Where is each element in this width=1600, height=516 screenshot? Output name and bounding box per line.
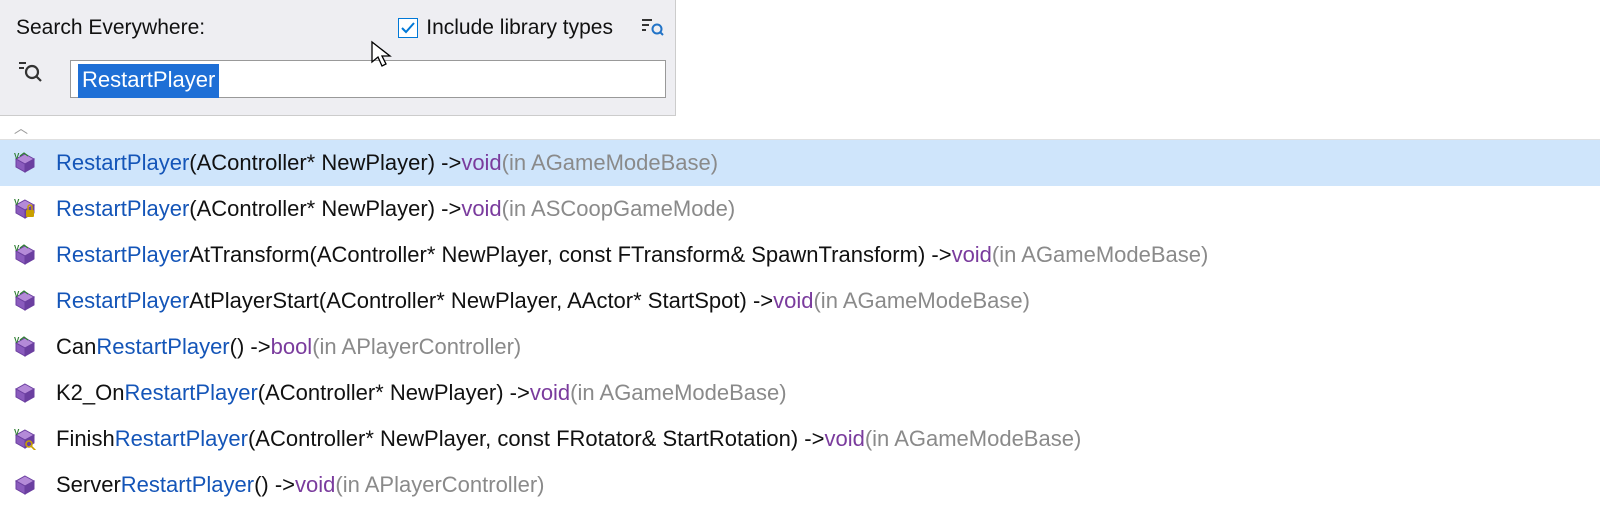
result-row[interactable]: K2_OnRestartPlayer(AController* NewPlaye… bbox=[0, 370, 1600, 416]
checkbox-icon bbox=[398, 18, 418, 38]
method-protected-icon: V bbox=[14, 198, 36, 220]
filter-options-icon[interactable] bbox=[639, 15, 665, 41]
result-signature: RestartPlayer(AController* NewPlayer) ->… bbox=[56, 150, 718, 176]
method-virtual-icon: V bbox=[14, 152, 36, 174]
svg-text:V: V bbox=[14, 428, 20, 437]
results-list: V RestartPlayer(AController* NewPlayer) -… bbox=[0, 140, 1600, 508]
method-virtual-icon: V bbox=[14, 244, 36, 266]
checkbox-label: Include library types bbox=[426, 16, 613, 40]
result-row[interactable]: V RestartPlayer(AController* NewPlayer) -… bbox=[0, 140, 1600, 186]
include-library-checkbox[interactable]: Include library types bbox=[398, 16, 613, 40]
svg-text:V: V bbox=[14, 290, 20, 299]
result-row[interactable]: ServerRestartPlayer() -> void (in APlaye… bbox=[0, 462, 1600, 508]
search-icon bbox=[16, 58, 44, 86]
svg-text:V: V bbox=[14, 336, 20, 345]
result-row[interactable]: V CanRestartPlayer() -> bool (in APlayerC… bbox=[0, 324, 1600, 370]
search-label: Search Everywhere: bbox=[16, 16, 205, 40]
search-input-row: RestartPlayer bbox=[10, 58, 665, 86]
method-virtual-icon: V bbox=[14, 336, 36, 358]
method-key-icon: V bbox=[14, 428, 36, 450]
search-header: Search Everywhere: Include library types bbox=[0, 0, 676, 116]
method-virtual-icon: V bbox=[14, 290, 36, 312]
svg-text:V: V bbox=[14, 198, 20, 207]
method-icon bbox=[14, 382, 36, 404]
chevron-up-icon: ︿ bbox=[14, 118, 28, 138]
header-top-row: Search Everywhere: Include library types bbox=[10, 6, 665, 50]
method-icon bbox=[14, 474, 36, 496]
result-signature: CanRestartPlayer() -> bool (in APlayerCo… bbox=[56, 334, 521, 360]
result-row[interactable]: V RestartPlayerAtTransform(AController* N… bbox=[0, 232, 1600, 278]
search-input[interactable] bbox=[70, 60, 666, 98]
svg-text:V: V bbox=[14, 152, 20, 161]
result-signature: ServerRestartPlayer() -> void (in APlaye… bbox=[56, 472, 544, 498]
result-signature: RestartPlayerAtTransform(AController* Ne… bbox=[56, 242, 1208, 268]
result-row[interactable]: V FinishRestartPlayer(AController* NewPla… bbox=[0, 416, 1600, 462]
result-signature: RestartPlayerAtPlayerStart(AController* … bbox=[56, 288, 1030, 314]
result-row[interactable]: V RestartPlayer(AController* NewPlayer) -… bbox=[0, 186, 1600, 232]
result-signature: RestartPlayer(AController* NewPlayer) ->… bbox=[56, 196, 735, 222]
svg-text:V: V bbox=[14, 244, 20, 253]
result-signature: FinishRestartPlayer(AController* NewPlay… bbox=[56, 426, 1081, 452]
result-row[interactable]: V RestartPlayerAtPlayerStart(AController*… bbox=[0, 278, 1600, 324]
results-collapse-bar[interactable]: ︿ bbox=[0, 116, 1600, 140]
result-signature: K2_OnRestartPlayer(AController* NewPlaye… bbox=[56, 380, 787, 406]
